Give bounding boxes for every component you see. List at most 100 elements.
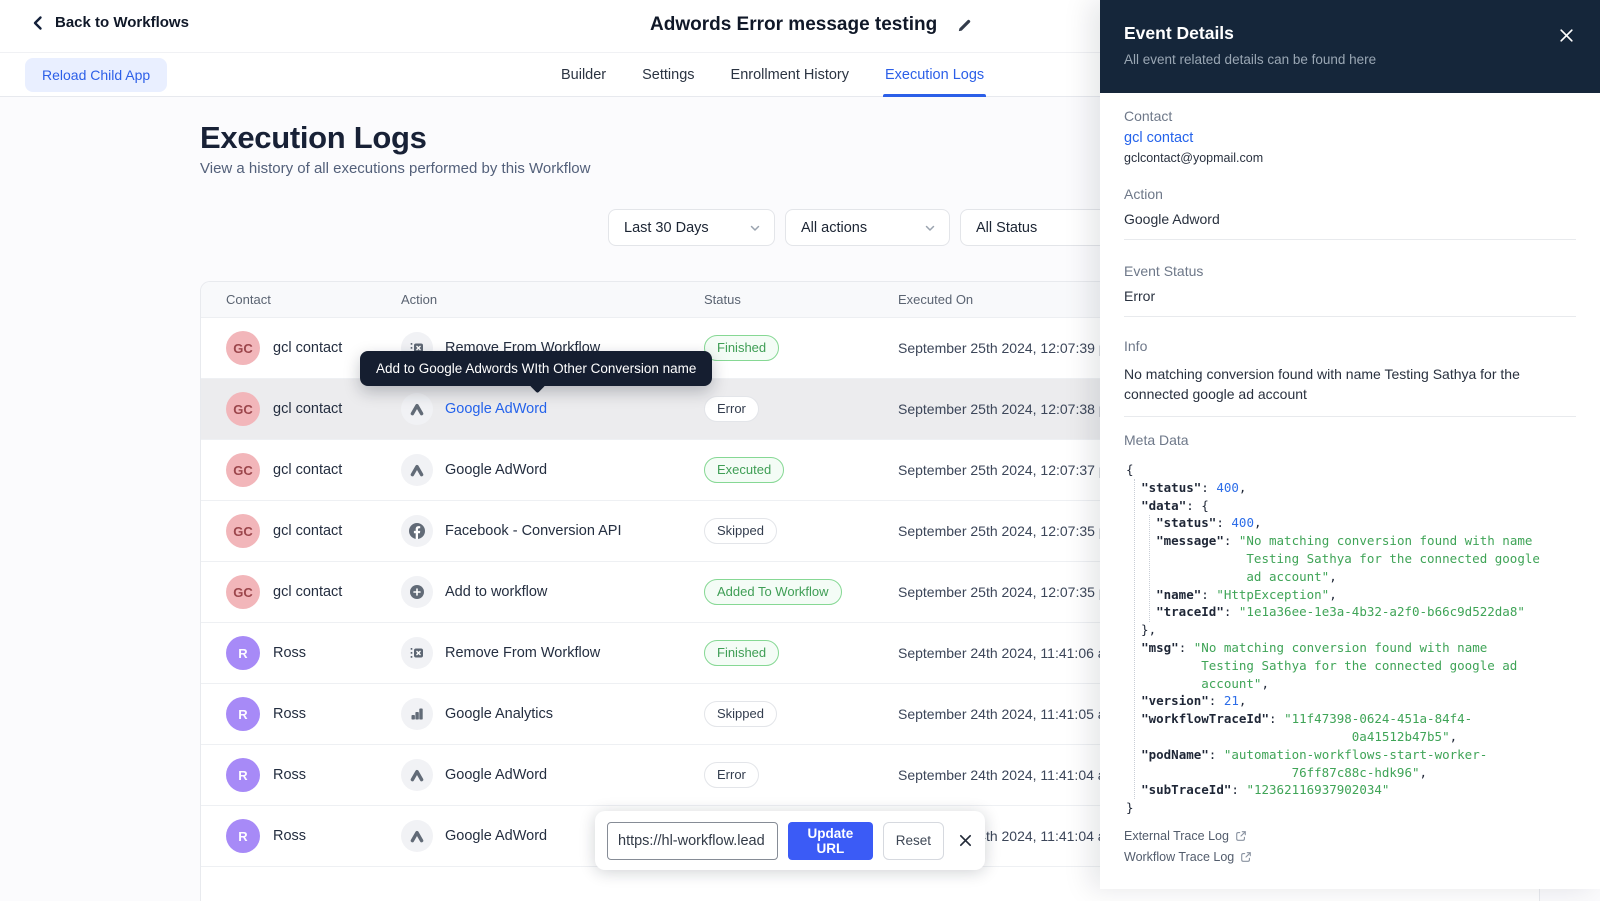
code-line: 76ff87c88c-hdk96", [1126,764,1576,782]
action-label: Google Analytics [445,706,553,722]
contact-name: Ross [273,767,306,783]
avatar: R [226,819,260,853]
status-cell: Skipped [704,518,898,544]
chevron-down-icon [749,222,761,234]
code-line: "version": 21, [1126,692,1576,710]
tab-execution-logs[interactable]: Execution Logs [883,53,986,97]
workflow-trace-log-link[interactable]: Workflow Trace Log [1124,850,1576,864]
event-details-panel: Event Details All event related details … [1100,0,1600,889]
tab-enrollment-history[interactable]: Enrollment History [729,53,851,97]
column-header-action: Action [401,292,704,307]
contact-name: gcl contact [273,401,342,417]
event-status-value: Error [1124,288,1576,304]
avatar: R [226,758,260,792]
indent-guide [1134,479,1135,799]
remove-from-workflow-icon [401,637,433,669]
action-label[interactable]: Google AdWord [445,401,547,417]
status-badge: Skipped [704,518,777,544]
divider [1124,316,1576,317]
status-badge: Added To Workflow [704,579,842,605]
action-cell: Google AdWord [401,393,704,425]
contact-cell: GCgcl contact [226,575,401,609]
avatar: GC [226,453,260,487]
avatar: GC [226,514,260,548]
action-cell: Google AdWord [401,759,704,791]
edit-title-icon[interactable] [957,18,972,33]
contact-name-link[interactable]: gcl contact [1124,130,1576,146]
meta-data-code: { "status": 400, "data": { "status": 400… [1124,461,1576,817]
action-cell: Google Analytics [401,698,704,730]
action-label: Facebook - Conversion API [445,523,622,539]
close-url-popover-icon[interactable] [958,833,973,848]
panel-header: Event Details All event related details … [1100,0,1600,93]
contact-cell: R Ross [226,758,401,792]
workflow-tabs: Builder Settings Enrollment History Executi… [559,53,986,97]
code-line: 0a41512b47b5", [1126,728,1576,746]
contact-cell: RRoss [226,697,401,731]
reset-button[interactable]: Reset [883,822,944,860]
status-badge: Executed [704,457,784,483]
contact-cell: RRoss [226,636,401,670]
divider [1124,239,1576,240]
google-analytics-icon [401,698,433,730]
status-cell: Finished [704,335,898,361]
code-line: Testing Sathya for the connected google … [1126,657,1576,675]
tab-builder[interactable]: Builder [559,53,608,97]
contact-cell: GC gcl contact [226,514,401,548]
google-adword-icon [401,393,433,425]
status-badge: Finished [704,335,779,361]
action-cell: Remove From Workflow [401,637,704,669]
status-badge: Error [704,396,759,422]
avatar: R [226,697,260,731]
contact-cell: GCgcl contact [226,392,401,426]
status-badge: Skipped [704,701,777,727]
action-cell: Add to workflow [401,576,704,608]
avatar: R [226,636,260,670]
reload-child-app-button[interactable]: Reload Child App [25,58,167,92]
link-label: Workflow Trace Log [1124,850,1234,864]
contact-name: gcl contact [273,584,342,600]
contact-email: gclcontact@yopmail.com [1124,151,1576,165]
panel-title: Event Details [1124,23,1576,44]
action-label: Add to workflow [445,584,547,600]
status-cell: Added To Workflow [704,579,898,605]
contact-cell: RRoss [226,819,401,853]
filter-actions-select[interactable]: All actions [785,209,950,246]
external-trace-log-link[interactable]: External Trace Log [1124,829,1576,843]
meta-data-label: Meta Data [1124,432,1576,448]
panel-subtitle: All event related details can be found h… [1124,52,1576,67]
contact-cell: GC gcl contact [226,453,401,487]
status-cell: Error [704,396,898,422]
tab-settings[interactable]: Settings [640,53,696,97]
code-line: "workflowTraceId": "11f47398-0624-451a-8… [1126,710,1576,728]
code-line: { [1126,461,1576,479]
code-line: }, [1126,621,1576,639]
contact-name: gcl contact [273,523,342,539]
code-line: "name": "HttpException", [1126,586,1576,604]
filter-value: Last 30 Days [624,220,709,236]
status-cell: Executed [704,457,898,483]
action-section-label: Action [1124,186,1576,202]
page-title: Execution Logs [200,120,427,156]
add-to-workflow-icon [401,576,433,608]
facebook-icon [401,515,433,547]
code-line: Testing Sathya for the connected google [1126,550,1576,568]
close-panel-icon[interactable] [1558,27,1575,44]
code-line: "data": { [1126,497,1576,515]
info-section-label: Info [1124,338,1576,354]
status-cell: Error [704,762,898,788]
google-adword-icon [401,759,433,791]
avatar: GC [226,331,260,365]
code-line: "msg": "No matching conversion found wit… [1126,639,1576,657]
contact-name: gcl contact [273,462,342,478]
back-to-workflows-button[interactable]: Back to Workflows [30,14,189,31]
external-link-icon [1235,830,1247,842]
url-input[interactable] [607,822,778,860]
action-label: Remove From Workflow [445,645,600,661]
filter-date-range-select[interactable]: Last 30 Days [608,209,775,246]
code-line: "message": "No matching conversion found… [1126,532,1576,550]
column-header-contact: Contact [226,292,401,307]
update-url-button[interactable]: Update URL [788,822,873,860]
code-line: "traceId": "1e1a36ee-1e3a-4b32-a2f0-b66c… [1126,603,1576,621]
indent-guide [1149,515,1150,622]
